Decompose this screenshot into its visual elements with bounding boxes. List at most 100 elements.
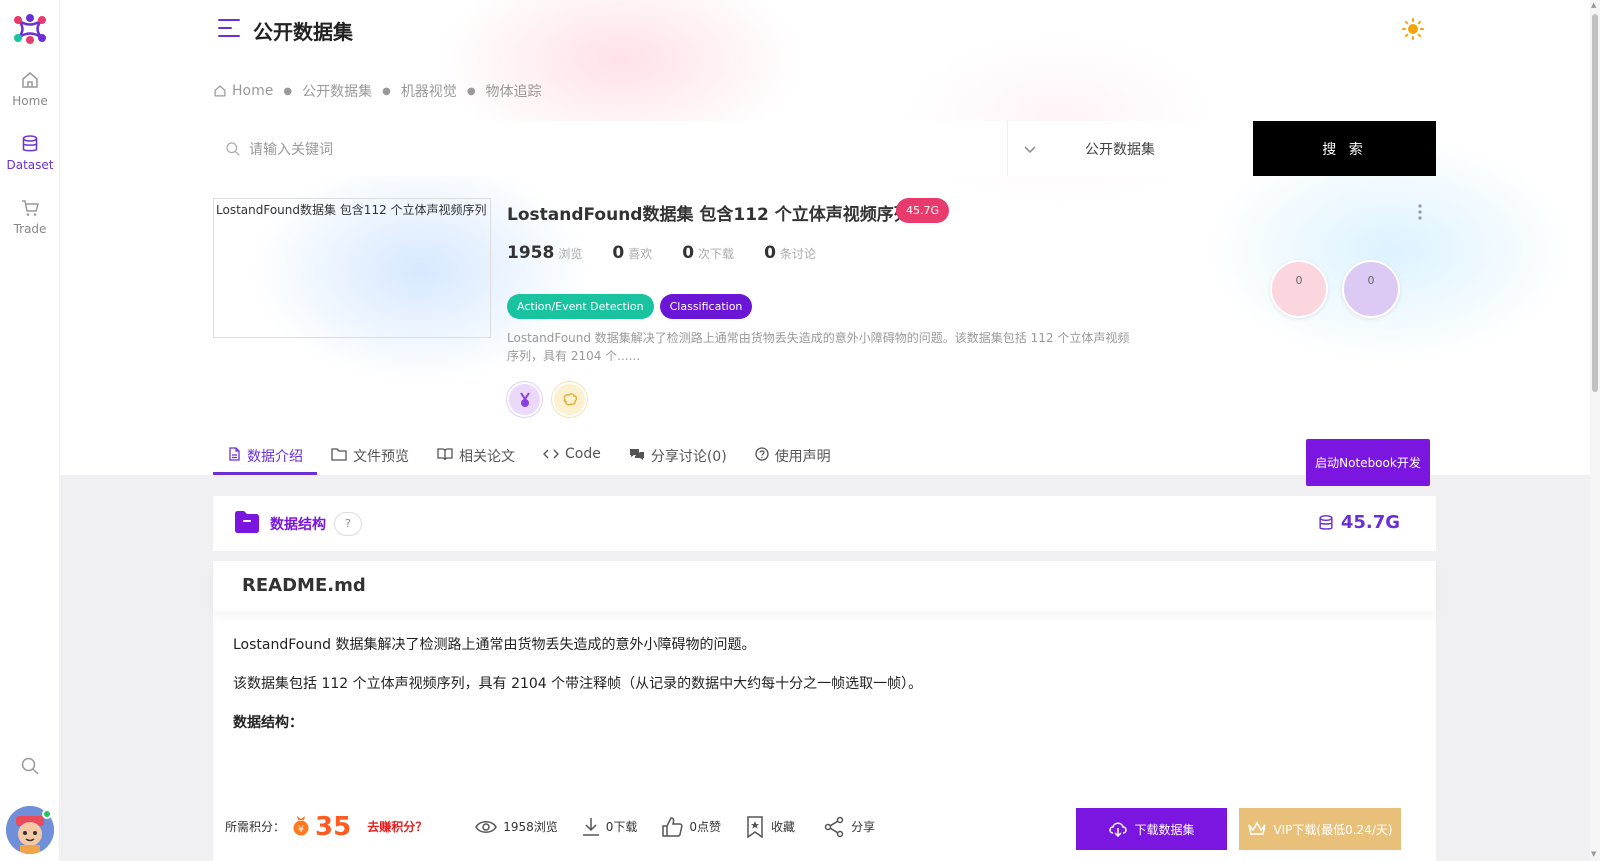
tab-label: 数据介绍 xyxy=(247,449,303,465)
readme-heading: 数据结构： xyxy=(233,715,303,731)
stat-value: 0 xyxy=(612,243,625,263)
book-icon xyxy=(437,448,453,461)
bookmark-star-icon xyxy=(747,815,763,838)
action-bar: 所需积分： ¥ 35 去赚积分？ 1958浏览 0下载 0点赞 收藏 分享 下载… xyxy=(213,792,1415,861)
breadcrumb-machine-vision[interactable]: 机器视觉 xyxy=(401,81,457,101)
tab-label: 分享讨论(0) xyxy=(650,449,727,465)
data-structure-size: 45.7G xyxy=(1317,512,1400,533)
downloads-label: 0下载 xyxy=(605,820,638,834)
stat-value: 1958 xyxy=(507,243,555,263)
dataset-tabs: 数据介绍 文件预览 相关论文 Code 分享讨论(0) 使用声明 xyxy=(213,433,845,475)
breadcrumb-object-tracking[interactable]: 物体追踪 xyxy=(486,81,542,101)
favorite-label: 收藏 xyxy=(771,820,796,834)
search-input[interactable] xyxy=(249,140,969,157)
breadcrumb-home[interactable]: Home xyxy=(232,83,273,99)
page-title: 公开数据集 xyxy=(253,20,353,44)
search-button[interactable]: 搜 索 xyxy=(1253,121,1436,176)
likes-label: 0点赞 xyxy=(689,820,722,834)
more-options-icon[interactable] xyxy=(1418,204,1422,224)
theme-toggle-sun-icon[interactable] xyxy=(1402,18,1424,44)
brain-badge-icon xyxy=(552,382,587,417)
sidebar-search-button[interactable] xyxy=(20,756,40,780)
tab-related-papers[interactable]: 相关论文 xyxy=(423,433,529,475)
search-input-wrapper xyxy=(213,121,1008,176)
cart-icon xyxy=(22,200,39,216)
tab-usage-statement[interactable]: 使用声明 xyxy=(741,433,845,475)
tab-label: Code xyxy=(565,446,601,462)
tab-data-intro[interactable]: 数据介绍 xyxy=(213,433,317,475)
launch-notebook-button[interactable]: 启动Notebook开发 xyxy=(1306,439,1430,486)
download-dataset-label: 下载数据集 xyxy=(1134,822,1195,837)
cloud-download-icon xyxy=(1109,822,1128,837)
folder-icon xyxy=(331,448,347,461)
sidebar-item-label: Home xyxy=(12,94,48,108)
search-bar: 公开数据集 搜 索 xyxy=(213,121,1436,176)
scroll-down-arrow[interactable]: ▼ xyxy=(1591,850,1596,858)
thumbs-up-icon xyxy=(662,816,683,837)
points-value: 35 xyxy=(315,811,352,842)
search-scope-value: 公开数据集 xyxy=(1085,141,1155,158)
stat-value: 0 xyxy=(764,243,776,263)
dataset-size-badge: 45.7G xyxy=(896,198,950,223)
vip-download-button[interactable]: VIP下载(最低0.24/天) xyxy=(1239,808,1401,850)
file-icon xyxy=(229,447,240,461)
tab-discussion[interactable]: 分享讨论(0) xyxy=(615,433,741,475)
sidebar-item-label: Dataset xyxy=(6,158,54,172)
menu-toggle-icon[interactable] xyxy=(218,18,240,42)
views-label: 1958浏览 xyxy=(503,820,558,834)
sidebar: Home Dataset Trade xyxy=(0,0,60,861)
tab-code[interactable]: Code xyxy=(529,433,615,475)
tab-label: 文件预览 xyxy=(353,449,409,465)
stat-downloads: 0 次下载 xyxy=(682,243,734,263)
breadcrumb-public-datasets[interactable]: 公开数据集 xyxy=(302,81,372,101)
home-icon xyxy=(22,72,38,88)
tag-classification[interactable]: Classification xyxy=(659,294,753,319)
tag-action-event-detection[interactable]: Action/Event Detection xyxy=(507,294,654,319)
data-structure-help-button[interactable]: ? xyxy=(334,511,362,536)
dataset-thumbnail: LostandFound数据集 包含112 个立体声视频序列 xyxy=(213,198,491,338)
sidebar-item-home[interactable]: Home xyxy=(0,70,60,108)
vip-download-label: VIP下载(最低0.24/天) xyxy=(1273,822,1393,837)
tab-file-preview[interactable]: 文件预览 xyxy=(317,433,423,475)
scrollbar-thumb[interactable] xyxy=(1592,14,1598,392)
download-count-button[interactable]: 0下载 xyxy=(582,817,638,837)
database-icon xyxy=(1319,514,1333,530)
help-circle-icon xyxy=(755,447,769,461)
dataset-stats: 1958 浏览 0 喜欢 0 次下载 0 条讨论 xyxy=(507,243,846,263)
share-button[interactable]: 分享 xyxy=(823,816,875,838)
tab-label: 使用声明 xyxy=(774,449,831,465)
online-status-indicator xyxy=(42,809,52,819)
chevron-down-icon xyxy=(1024,145,1036,153)
database-icon xyxy=(22,135,38,152)
download-dataset-button[interactable]: 下载数据集 xyxy=(1076,808,1227,850)
readme-paragraph: LostandFound 数据集解决了检测路上通常由货物丢失造成的意外小障碍物的… xyxy=(233,637,756,653)
data-structure-label: 数据结构 xyxy=(270,516,326,533)
search-icon xyxy=(21,757,39,775)
stat-views: 1958 浏览 xyxy=(507,243,582,263)
data-structure-panel: 数据结构 ? 45.7G xyxy=(213,496,1436,551)
sidebar-item-dataset[interactable]: Dataset xyxy=(0,134,60,172)
app-logo[interactable] xyxy=(10,12,50,46)
stat-discussions: 0 条讨论 xyxy=(764,243,816,263)
like-count-bubble: 0 xyxy=(1270,260,1328,318)
earn-points-link[interactable]: 去赚积分？ xyxy=(367,818,427,835)
readme-body: LostandFound 数据集解决了检测路上通常由货物丢失造成的意外小障碍物的… xyxy=(213,611,1436,776)
dataset-description: LostandFound 数据集解决了检测路上通常由货物丢失造成的意外小障碍物的… xyxy=(507,331,1130,363)
share-label: 分享 xyxy=(851,820,876,834)
page-scrollbar[interactable]: ▲ ▼ xyxy=(1590,0,1600,861)
dataset-tags: Action/Event Detection Classification xyxy=(507,294,758,319)
like-button[interactable]: 0点赞 xyxy=(661,816,721,838)
tab-label: 相关论文 xyxy=(459,449,515,465)
sidebar-item-trade[interactable]: Trade xyxy=(0,198,60,236)
favorite-button[interactable]: 收藏 xyxy=(745,815,796,838)
stat-label: 浏览 xyxy=(558,247,583,261)
breadcrumb-separator: ● xyxy=(466,85,476,97)
stat-label: 次下载 xyxy=(698,247,735,261)
search-scope-select[interactable]: 公开数据集 xyxy=(1008,121,1253,176)
scroll-up-arrow[interactable]: ▲ xyxy=(1591,1,1596,9)
sidebar-item-label: Trade xyxy=(13,222,47,236)
achievement-badges xyxy=(507,382,597,417)
stat-likes: 0 喜欢 xyxy=(612,243,652,263)
code-icon xyxy=(543,449,559,459)
crown-icon xyxy=(1248,821,1267,835)
